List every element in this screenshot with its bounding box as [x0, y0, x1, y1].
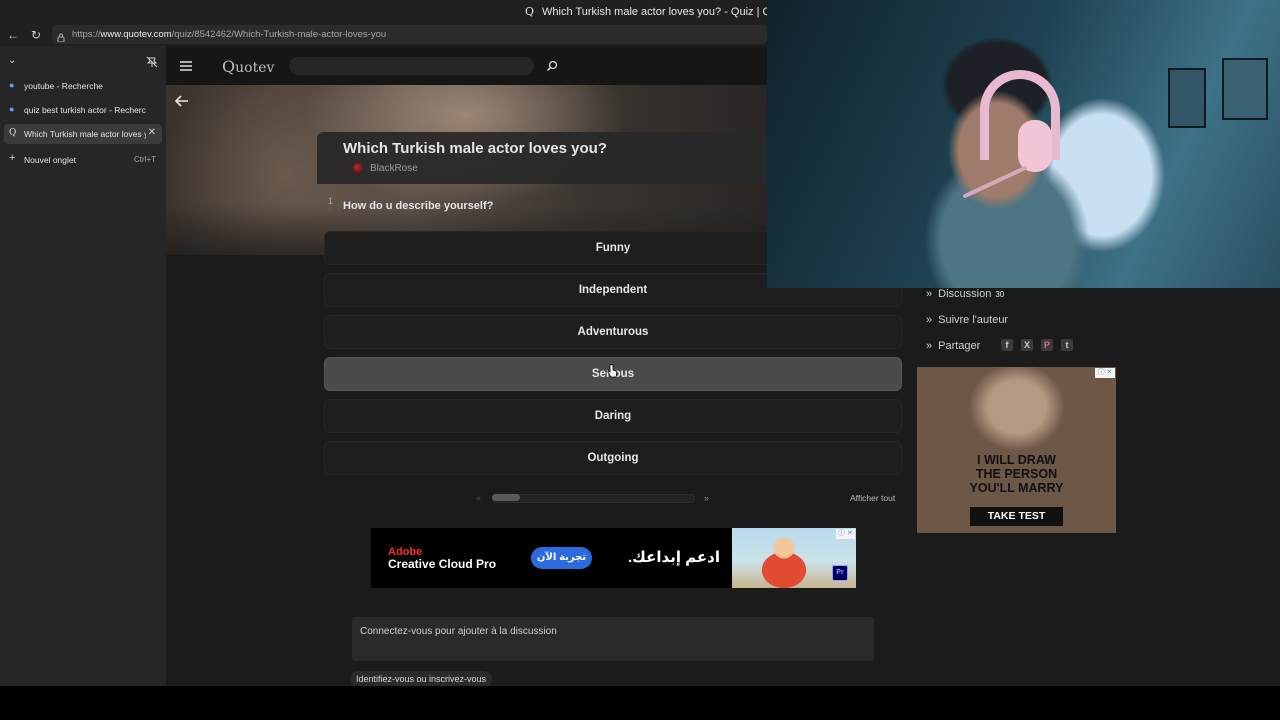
- ad-choices-icon[interactable]: ⓘ ✕: [1095, 368, 1115, 378]
- reload-icon[interactable]: ↻: [31, 28, 41, 42]
- chevron-right-icon: »: [926, 340, 933, 352]
- sidebar-discussion-link[interactable]: » Discussion 30: [926, 288, 1004, 300]
- answer-label: Outgoing: [587, 452, 639, 464]
- back-arrow-icon[interactable]: ←: [7, 28, 19, 42]
- pinterest-icon[interactable]: P: [1041, 339, 1053, 351]
- new-tab-button[interactable]: + Nouvel onglet Ctrl+T: [4, 150, 162, 170]
- sidebar-follow-author-link[interactable]: » Suivre l'auteur: [926, 314, 1008, 326]
- ad-choices-icon[interactable]: ⓘ ✕: [836, 529, 855, 539]
- author-avatar[interactable]: [353, 163, 363, 173]
- question-number: 1: [328, 196, 334, 206]
- window-title: Q Which Turkish male actor loves you? - Q…: [525, 5, 798, 18]
- discussion-input[interactable]: [352, 617, 874, 661]
- lock-icon[interactable]: [57, 29, 65, 43]
- premiere-badge: Pr: [832, 565, 848, 581]
- side-ad-text: I WILL DRAW THE PERSON YOU'LL MARRY: [917, 453, 1116, 495]
- url-path: /quiz/8542462/Which-Turkish-male-actor-l…: [171, 29, 387, 40]
- answer-option-outgoing[interactable]: Outgoing: [324, 441, 902, 475]
- answer-option-daring[interactable]: Daring: [324, 399, 902, 433]
- answer-label: Adventurous: [577, 326, 649, 338]
- show-all-link[interactable]: Afficher tout: [850, 493, 895, 503]
- question-pager-thumb[interactable]: [492, 494, 520, 501]
- search-icon: ●: [9, 80, 15, 90]
- tab-label: Which Turkish male actor loves you? - Qu…: [24, 129, 146, 139]
- question-counter: 17: [328, 196, 333, 216]
- site-search-input[interactable]: [289, 57, 534, 75]
- take-test-button[interactable]: TAKE TEST: [970, 507, 1063, 526]
- adobe-cta-button[interactable]: تجربة الآن: [531, 547, 592, 569]
- discussion-label: Discussion: [938, 288, 992, 300]
- question-total: 7: [328, 208, 332, 214]
- answer-label: Daring: [594, 410, 632, 422]
- site-logo[interactable]: Quotev: [222, 57, 274, 76]
- chevron-right-icon: »: [926, 288, 933, 300]
- url-domain: www.quotev.com: [100, 29, 172, 40]
- tab-quotev-quiz[interactable]: Q Which Turkish male actor loves you? - …: [4, 124, 162, 144]
- adobe-cta-label: تجربة الآن: [536, 552, 587, 563]
- url-prefix: https://: [72, 29, 101, 40]
- pager-prev-icon[interactable]: «: [476, 493, 481, 503]
- plus-icon: +: [9, 152, 16, 164]
- side-ad-line: THE PERSON: [975, 467, 1058, 481]
- pager-next-icon[interactable]: »: [704, 493, 709, 503]
- tab-label: youtube - Recherche: [24, 81, 103, 91]
- tab-label: quiz best turkish actor - Recherche: [24, 105, 146, 115]
- unpin-icon[interactable]: [146, 55, 158, 68]
- answer-option-adventurous[interactable]: Adventurous: [324, 315, 902, 349]
- chevron-right-icon: »: [926, 314, 933, 326]
- tab-youtube-search[interactable]: ● youtube - Recherche: [4, 76, 162, 96]
- side-ad-line: YOU'LL MARRY: [969, 481, 1064, 495]
- logo-initial: Q: [222, 57, 236, 76]
- back-arrow-icon[interactable]: [174, 94, 189, 107]
- question-pager-track[interactable]: [492, 494, 695, 503]
- sidebar-share: » Partager: [926, 340, 980, 352]
- logo-rest: uotev: [235, 60, 275, 76]
- search-icon[interactable]: [546, 59, 558, 72]
- x-twitter-icon[interactable]: X: [1021, 339, 1033, 351]
- bottom-bar: [0, 686, 1280, 720]
- search-icon: ●: [9, 104, 15, 114]
- hamburger-menu-icon[interactable]: [179, 59, 194, 71]
- author-name[interactable]: BlackRose: [370, 163, 418, 174]
- quotev-favicon-icon: Q: [525, 5, 535, 18]
- webcam-wall-frame: [1222, 58, 1268, 120]
- webcam-wall-frame: [1168, 68, 1206, 128]
- chevron-down-icon[interactable]: ⌄: [8, 54, 16, 68]
- url-text[interactable]: https://www.quotev.com/quiz/8542462/Whic…: [72, 29, 386, 40]
- adobe-tagline: ادعم إبداعك.: [628, 549, 720, 566]
- quiz-title: Which Turkish male actor loves you?: [343, 140, 607, 157]
- quotev-icon: Q: [9, 128, 17, 138]
- hand-cursor-icon: [607, 364, 618, 378]
- discussion-placeholder: Connectez-vous pour ajouter à la discuss…: [360, 626, 557, 637]
- facebook-icon[interactable]: f: [1001, 339, 1013, 351]
- adobe-product: Creative Cloud Pro: [388, 557, 497, 571]
- side-ad-line: I WILL DRAW: [977, 453, 1056, 467]
- webcam-headset-ear: [1018, 120, 1052, 172]
- follow-label: Suivre l'auteur: [938, 314, 1009, 326]
- window-title-text: Which Turkish male actor loves you? - Qu…: [542, 6, 798, 18]
- close-tab-icon[interactable]: ✕: [148, 127, 156, 138]
- tumblr-icon[interactable]: t: [1061, 339, 1073, 351]
- take-test-label: TAKE TEST: [987, 510, 1046, 522]
- discussion-count: 30: [995, 290, 1005, 299]
- question-text: How do u describe yourself?: [343, 200, 494, 212]
- new-tab-label: Nouvel onglet: [24, 155, 76, 165]
- tab-quiz-search[interactable]: ● quiz best turkish actor - Recherche: [4, 100, 162, 120]
- share-label: Partager: [938, 340, 981, 352]
- new-tab-shortcut: Ctrl+T: [134, 155, 156, 164]
